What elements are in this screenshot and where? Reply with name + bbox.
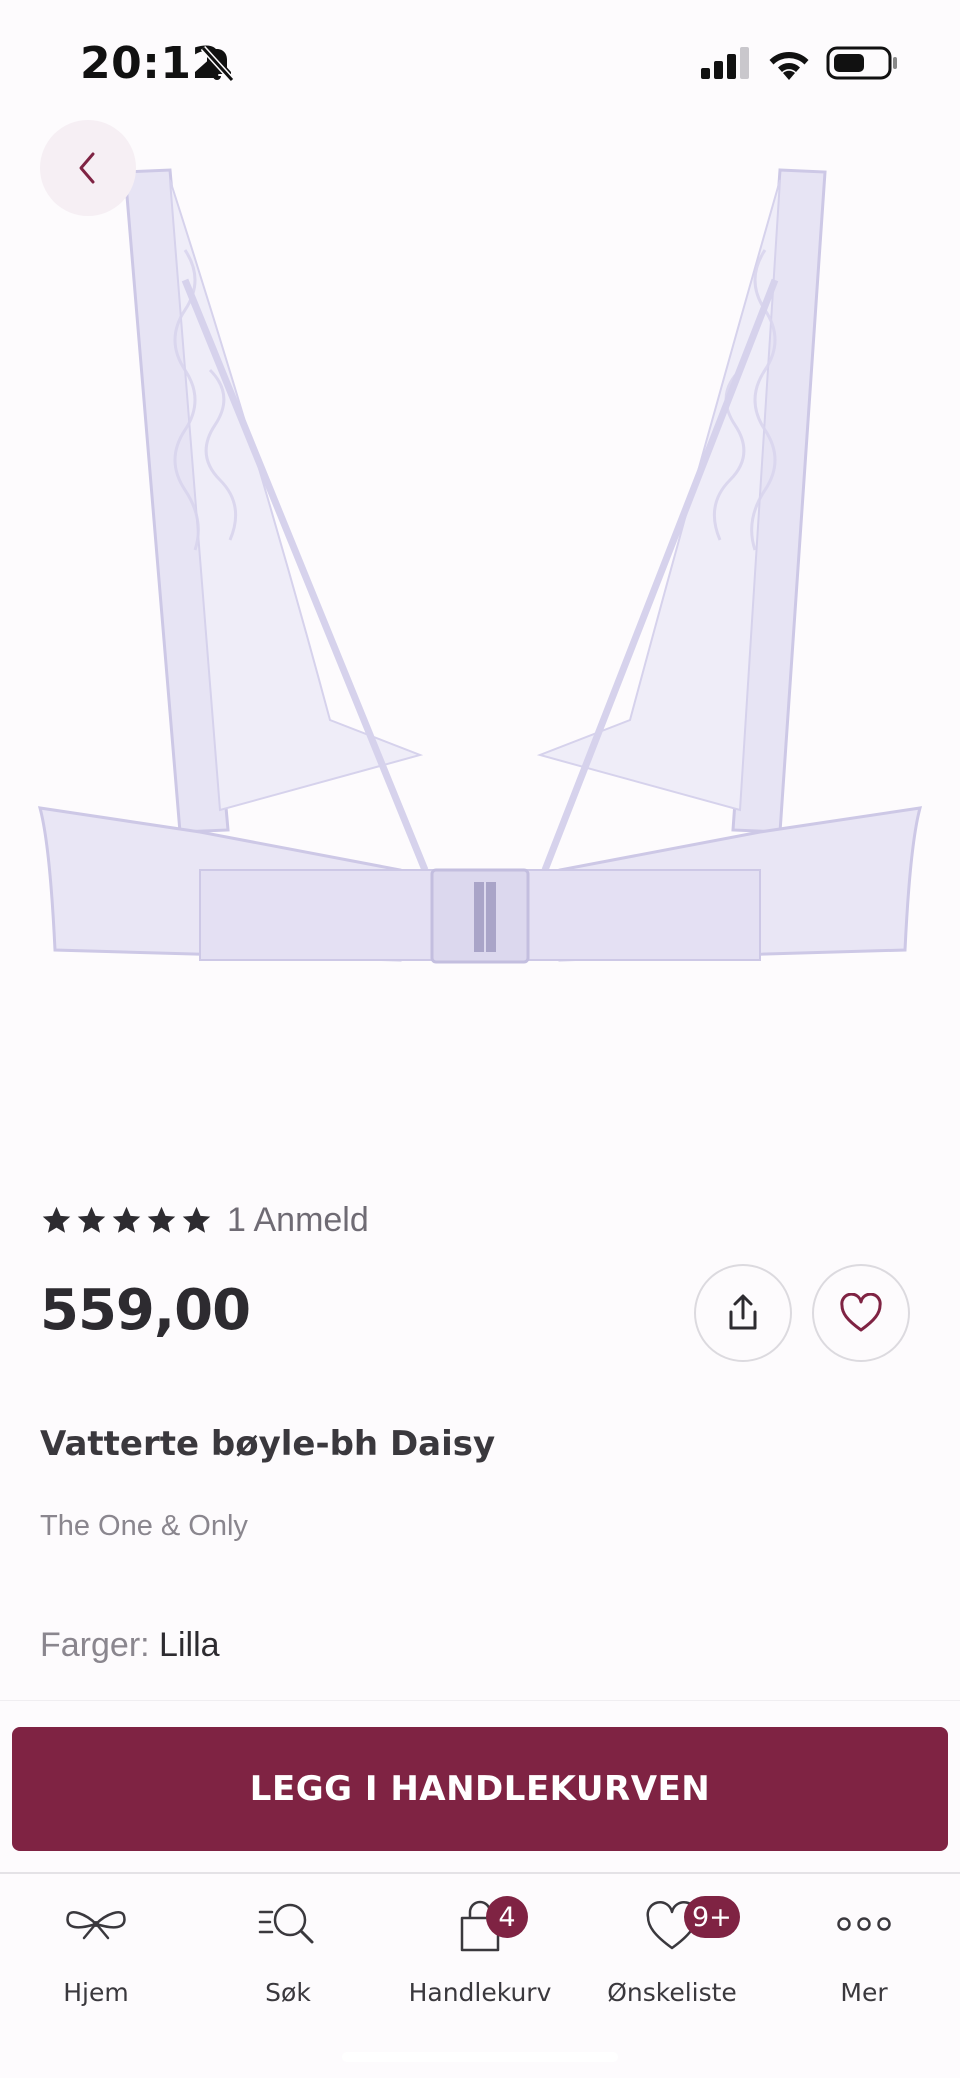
- heart-icon: [840, 1293, 882, 1332]
- cart-count-badge: 4: [486, 1896, 528, 1938]
- share-button[interactable]: [694, 1264, 792, 1362]
- tab-bar: Hjem Søk 4 Handlekurv 9+ Ønskeliste Mer: [0, 1872, 960, 2078]
- add-to-wishlist-button[interactable]: [812, 1264, 910, 1362]
- add-to-cart-button[interactable]: LEGG I HANDLEKURVEN: [12, 1727, 948, 1851]
- battery-icon: [826, 46, 897, 80]
- share-icon: [729, 1294, 757, 1330]
- tab-wishlist[interactable]: 9+ Ønskeliste: [576, 1894, 768, 2014]
- product-page: 20:12 1 Anmeld 559,00 Vatterte bøyle-bh …: [0, 0, 960, 2078]
- tab-label: Søk: [265, 1978, 311, 2007]
- bell-muted-icon: [200, 45, 235, 83]
- brand-name[interactable]: The One & Only: [40, 1510, 248, 1543]
- color-selector[interactable]: Farger: Lilla: [40, 1626, 220, 1665]
- tab-cart[interactable]: 4 Handlekurv: [384, 1894, 576, 2014]
- product-image: [37, 168, 923, 964]
- wifi-icon: [769, 52, 809, 80]
- tab-search[interactable]: Søk: [192, 1894, 384, 2014]
- star-rating: [40, 1204, 213, 1237]
- cellular-signal-icon: [701, 47, 749, 79]
- product-name: Vatterte bøyle-bh Daisy: [40, 1424, 496, 1464]
- star-icon: [147, 1206, 176, 1233]
- tab-home[interactable]: Hjem: [0, 1894, 192, 2014]
- status-bar: 20:12: [0, 0, 960, 120]
- color-value: Lilla: [159, 1626, 220, 1664]
- back-button[interactable]: [40, 120, 136, 216]
- tab-label: Mer: [840, 1978, 888, 2007]
- home-indicator: [342, 2052, 618, 2062]
- star-icon: [112, 1206, 141, 1233]
- rating[interactable]: 1 Anmeld: [40, 1198, 369, 1242]
- review-count: 1 Anmeld: [227, 1200, 369, 1239]
- chevron-left-icon: [79, 152, 95, 184]
- product-price: 559,00: [40, 1278, 251, 1343]
- search-icon: [258, 1903, 314, 1944]
- bow-icon: [66, 1911, 126, 1940]
- star-icon: [77, 1206, 106, 1233]
- tab-label: Handlekurv: [408, 1978, 552, 2007]
- star-icon: [42, 1206, 71, 1233]
- tab-more[interactable]: Mer: [768, 1894, 960, 2014]
- add-to-cart-bar: LEGG I HANDLEKURVEN: [0, 1700, 960, 1872]
- wishlist-count-badge: 9+: [684, 1896, 740, 1938]
- tab-label: Ønskeliste: [607, 1978, 737, 2007]
- star-icon: [182, 1206, 211, 1233]
- tab-label: Hjem: [63, 1978, 129, 2007]
- more-icon: [837, 1917, 891, 1931]
- color-label: Farger:: [40, 1626, 150, 1664]
